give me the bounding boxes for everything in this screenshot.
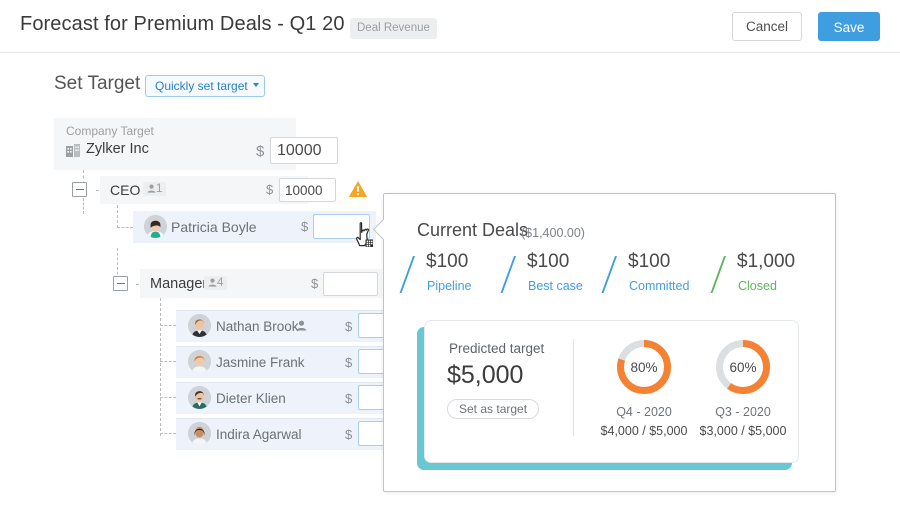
donut-period: Q3 - 2020 (715, 405, 771, 419)
person-icon (296, 320, 307, 331)
tree-connector-members (160, 298, 161, 436)
popup-arrow (372, 218, 395, 241)
tree-connector-member-1 (160, 325, 176, 326)
donut-amount: $3,000 / $5,000 (699, 424, 787, 438)
manager-currency-symbol: $ (311, 276, 319, 291)
forecast-target-page: Forecast for Premium Deals - Q1 20 Deal … (0, 0, 900, 514)
patricia-boyle-name: Patricia Boyle (171, 219, 257, 235)
member-currency-symbol: $ (345, 427, 353, 442)
ceo-role-label: CEO (110, 182, 141, 198)
tree-connector-member-2 (160, 361, 176, 362)
page-title: Forecast for Premium Deals - Q1 20 (20, 13, 345, 35)
ceo-count-value: 1 (156, 183, 163, 195)
predicted-target-card: Predicted target $5,000 Set as target 80… (424, 320, 799, 463)
manager-count-value: 4 (217, 277, 224, 289)
member-name: Indira Agarwal (216, 427, 302, 442)
metric-value: $1,000 (737, 251, 796, 272)
metric-slash (500, 256, 516, 293)
avatar (188, 350, 211, 373)
manager-role-label: Manager (150, 276, 208, 292)
donut-period: Q4 - 2020 (616, 405, 672, 419)
metric-value: $100 (628, 251, 671, 272)
donut-q4: 80% Q4 - 2020 $4,000 / $5,000 (589, 337, 699, 438)
patricia-currency-symbol: $ (301, 219, 309, 234)
donut-q3: 60% Q3 - 2020 $3,000 / $5,000 (688, 337, 798, 438)
predicted-target-label: Predicted target (449, 341, 545, 356)
card-divider (573, 339, 574, 436)
forecast-type-badge: Deal Revenue (350, 18, 437, 39)
tree-connector-member-4 (160, 433, 176, 434)
avatar (144, 215, 167, 238)
donut-amount: $4,000 / $5,000 (600, 424, 688, 438)
metric-label: Pipeline (427, 279, 472, 293)
member-name: Dieter Klien (216, 391, 286, 406)
donut-chart: 80% (614, 337, 674, 397)
member-name: Jasmine Frank (216, 355, 305, 370)
set-target-heading: Set Target (54, 73, 141, 94)
metric-slash (399, 256, 415, 293)
metric-label: Best case (528, 279, 583, 293)
donut-chart: 60% (713, 337, 773, 397)
ceo-target-input[interactable] (279, 178, 336, 202)
avatar (188, 386, 211, 409)
metric-label: Closed (738, 279, 777, 293)
donut-percent: 60% (729, 359, 757, 375)
ceo-member-count: 1 (143, 182, 167, 196)
member-name: Nathan Brook (216, 319, 299, 334)
donut-percent: 80% (630, 359, 658, 375)
current-deals-popup: Current Deals ($1,400.00) $100 Pipeline … (372, 193, 836, 492)
avatar (188, 422, 211, 445)
tree-connector-patricia-h (117, 227, 133, 228)
manager-member-count: 4 (204, 276, 228, 290)
patricia-target-input[interactable] (313, 214, 370, 239)
member-currency-symbol: $ (345, 355, 353, 370)
metric-value: $100 (527, 251, 570, 272)
metric-slash (601, 256, 617, 293)
company-target-block: Company Target Zylker Inc $ (54, 118, 338, 170)
manager-collapse-toggle[interactable] (113, 276, 128, 291)
metric-slash (710, 256, 726, 293)
ceo-currency-symbol: $ (266, 182, 274, 197)
building-icon (66, 144, 80, 157)
metric-value: $100 (426, 251, 469, 272)
company-name: Zylker Inc (86, 141, 149, 157)
warning-icon[interactable] (348, 180, 368, 198)
quickly-set-target-label: Quickly set target (155, 79, 248, 93)
member-currency-symbol: $ (345, 391, 353, 406)
quickly-set-target-button[interactable]: Quickly set target (145, 75, 265, 97)
current-deals-total: ($1,400.00) (521, 226, 585, 240)
tree-connector-member-3 (160, 397, 176, 398)
avatar (188, 314, 211, 337)
tree-connector-patricia (117, 205, 118, 228)
tree-connector-ceo-down (83, 198, 84, 214)
company-target-label: Company Target (66, 124, 154, 138)
ceo-collapse-toggle[interactable] (72, 182, 87, 197)
person-icon (208, 278, 217, 287)
save-button[interactable]: Save (818, 12, 880, 41)
company-currency-symbol: $ (256, 143, 265, 160)
company-target-input[interactable] (270, 137, 338, 164)
member-currency-symbol: $ (345, 319, 353, 334)
metric-label: Committed (629, 279, 690, 293)
set-as-target-button[interactable]: Set as target (447, 399, 540, 419)
page-header: Forecast for Premium Deals - Q1 20 Deal … (0, 0, 900, 53)
person-icon (147, 184, 156, 193)
predicted-target-value: $5,000 (447, 361, 524, 389)
current-deals-title: Current Deals (417, 220, 529, 240)
cancel-button[interactable]: Cancel (732, 12, 802, 41)
manager-target-input[interactable] (323, 272, 378, 296)
chevron-down-icon (252, 83, 259, 87)
